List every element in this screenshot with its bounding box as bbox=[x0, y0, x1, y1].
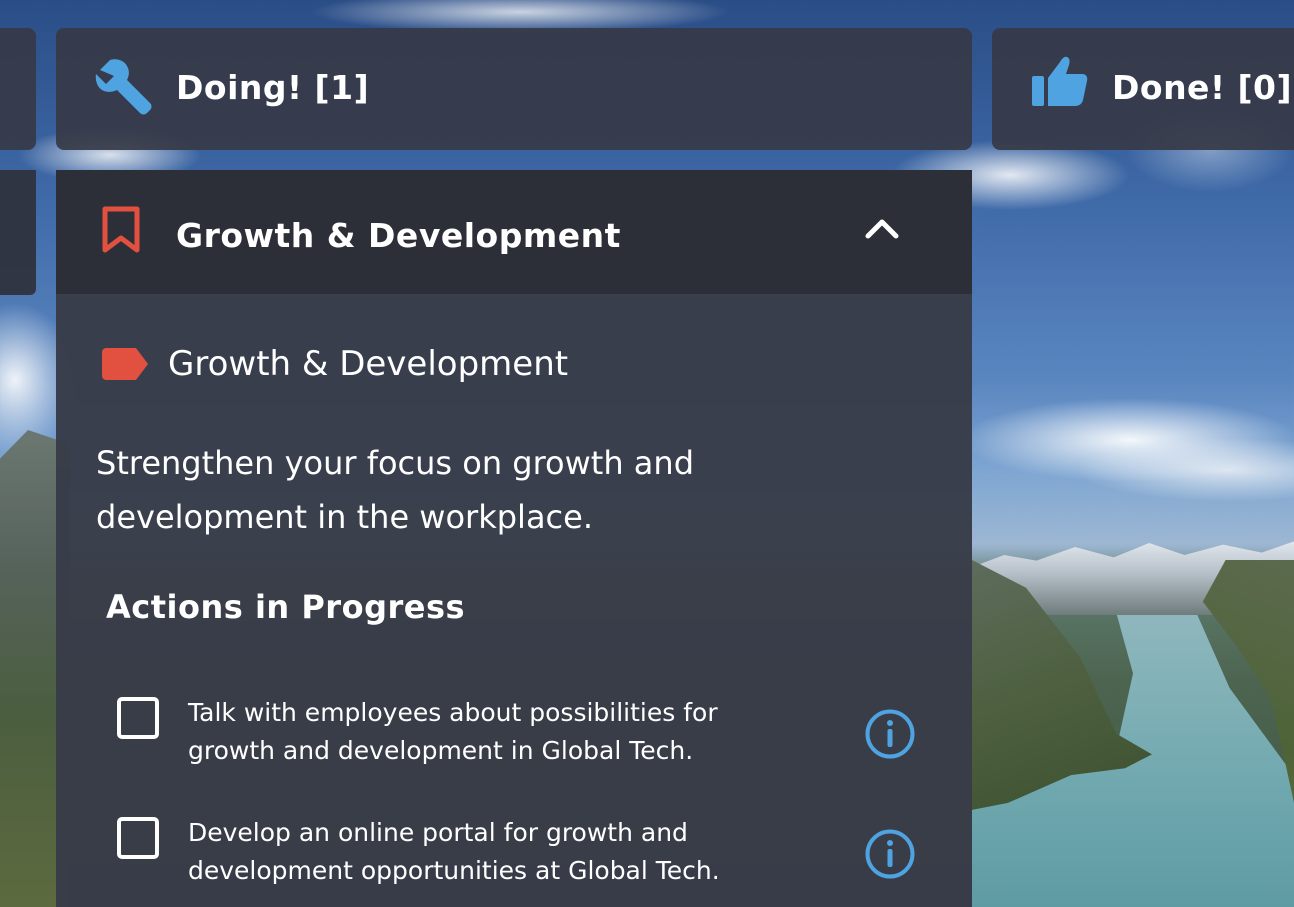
tag-icon bbox=[102, 348, 148, 380]
action-item: Talk with employees about possibilities … bbox=[114, 694, 924, 784]
section-heading: Actions in Progress bbox=[106, 588, 466, 626]
done-column-title: Done! [0] bbox=[1112, 68, 1293, 107]
background-lake bbox=[972, 615, 1294, 907]
info-icon[interactable] bbox=[864, 708, 916, 764]
previous-column-header[interactable] bbox=[0, 28, 36, 150]
done-column-header[interactable]: Done! [0] bbox=[992, 28, 1294, 150]
previous-column-panel bbox=[0, 170, 36, 295]
category-header[interactable]: Growth & Development bbox=[56, 170, 972, 294]
doing-column-title: Doing! [1] bbox=[176, 68, 370, 107]
action-checkbox[interactable] bbox=[117, 817, 159, 859]
action-checkbox[interactable] bbox=[117, 697, 159, 739]
category-title: Growth & Development bbox=[176, 216, 621, 255]
background-ridge bbox=[1202, 560, 1294, 803]
action-item: Develop an online portal for growth and … bbox=[114, 814, 924, 904]
tag-label: Growth & Development bbox=[168, 344, 569, 384]
thumbs-up-icon bbox=[1030, 54, 1090, 114]
action-text: Talk with employees about possibilities … bbox=[188, 698, 718, 765]
background-snow-range bbox=[972, 541, 1294, 615]
info-icon[interactable] bbox=[864, 828, 916, 884]
category-description: Strengthen your focus on growth and deve… bbox=[96, 444, 694, 536]
doing-column-header[interactable]: Doing! [1] bbox=[56, 28, 972, 150]
action-text: Develop an online portal for growth and … bbox=[188, 818, 720, 885]
bookmark-icon bbox=[102, 206, 140, 258]
wrench-icon bbox=[94, 56, 154, 120]
category-tag: Growth & Development bbox=[102, 344, 568, 384]
chevron-up-icon[interactable] bbox=[862, 214, 902, 244]
background-ridge bbox=[972, 560, 1152, 810]
category-panel: Growth & Development Growth & Developmen… bbox=[56, 170, 972, 907]
